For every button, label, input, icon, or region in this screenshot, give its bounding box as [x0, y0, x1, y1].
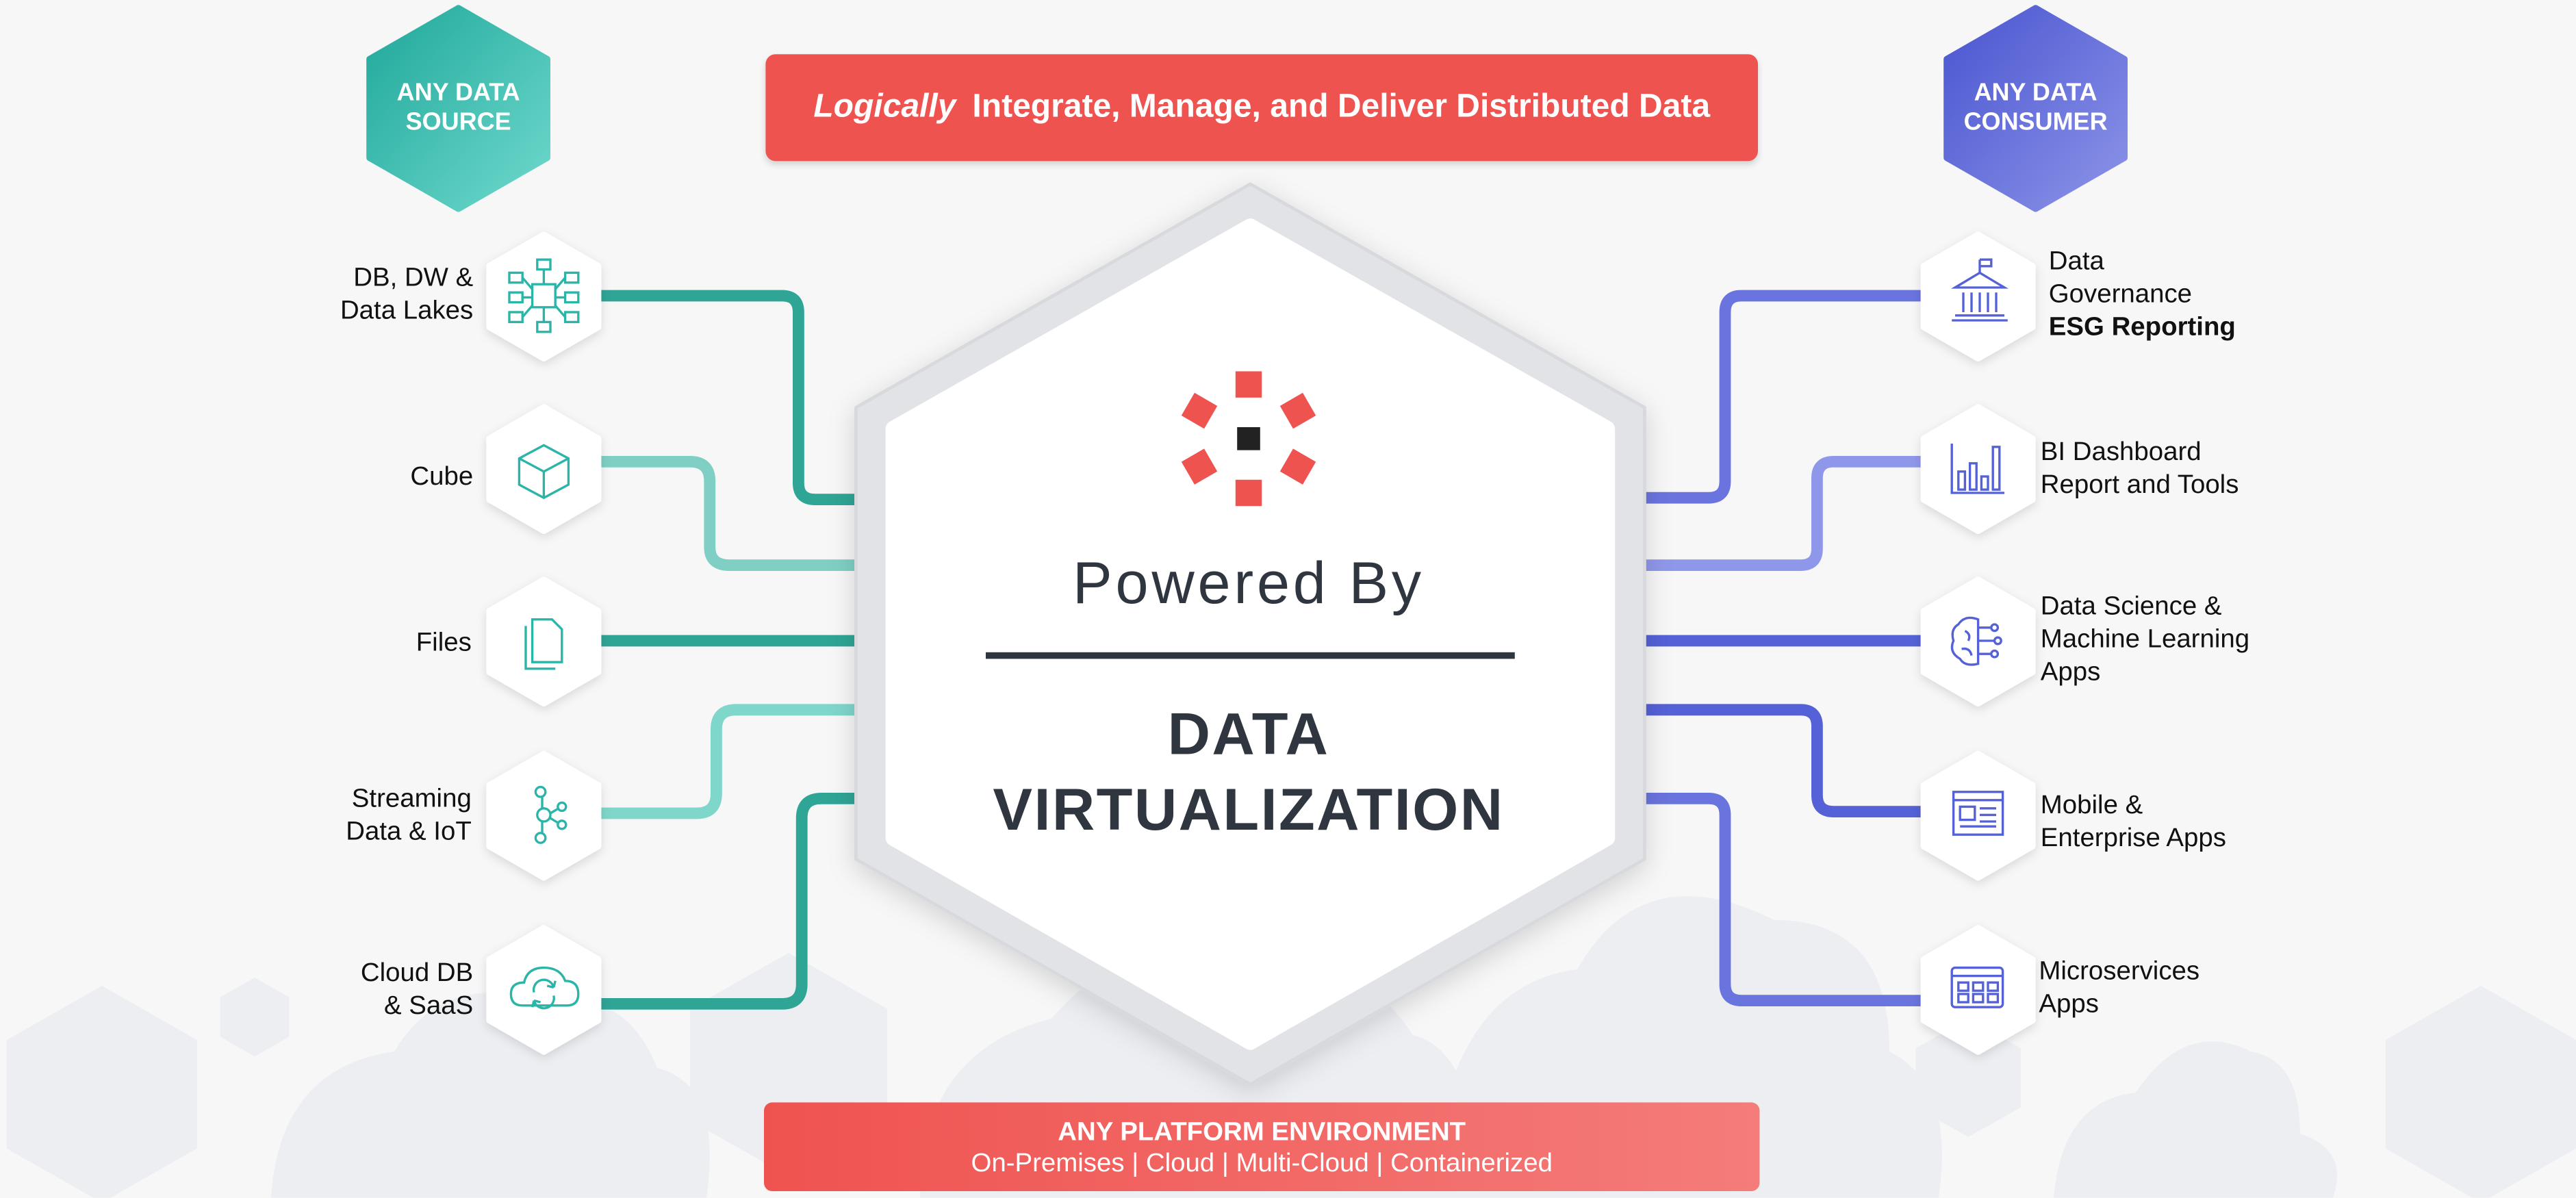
consumer-label-mobile: Mobile & Enterprise Apps [2040, 791, 2226, 853]
source-label-cloud: Cloud DB & SaaS [360, 959, 474, 1021]
source-label-db: DB, DW & Data Lakes [340, 264, 474, 326]
source-label-cube: Cube [410, 463, 474, 492]
consumer-label-micro: Microservices Apps [2039, 958, 2200, 1019]
source-label-streaming: Streaming Data & IoT [346, 785, 472, 846]
consumer-label-governance: Data Governance ESG Reporting [2048, 248, 2236, 342]
diagram-canvas: Powered By DATA VIRTUALIZATION ANY DATA S… [0, 0, 2576, 1198]
source-label-files: Files [416, 629, 472, 658]
consumer-label-bi: BI Dashboard Report and Tools [2040, 438, 2239, 500]
consumer-label-ds: Data Science & Machine Learning Apps [2040, 593, 2250, 687]
